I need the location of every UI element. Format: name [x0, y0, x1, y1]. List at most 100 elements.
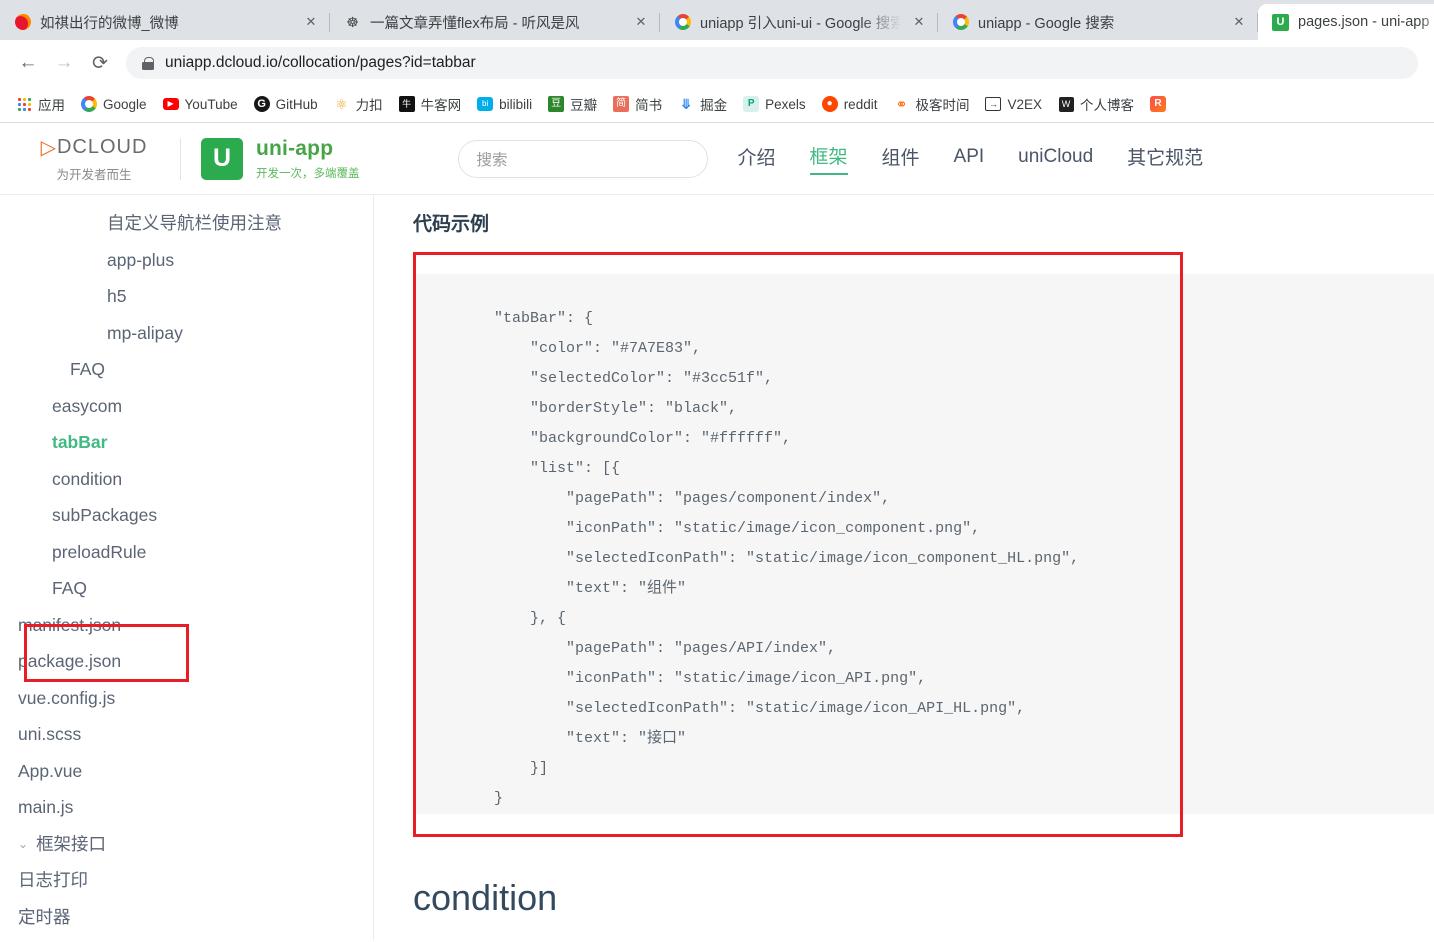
bookmark-label: reddit [843, 96, 878, 112]
docs-sidebar[interactable]: 自定义导航栏使用注意 app-plus h5 mp-alipay FAQ eas… [0, 195, 374, 941]
tab-title: 一篇文章弄懂flex布局 - 听风是风 [370, 15, 580, 32]
bookmark-jianshu[interactable]: 简 简书 [605, 90, 670, 118]
sidebar-item-app-vue[interactable]: App.vue [0, 753, 373, 790]
bookmark-overflow[interactable]: R [1142, 92, 1180, 116]
sidebar-item-vue-config-js[interactable]: vue.config.js [0, 680, 373, 717]
close-icon[interactable]: ✕ [1230, 13, 1248, 31]
sidebar-item-h5[interactable]: h5 [0, 278, 373, 315]
search-input[interactable]: 搜索 [457, 139, 708, 178]
bookmark-google[interactable]: Google [73, 92, 155, 116]
search-wrapper: 搜索 [457, 139, 708, 178]
apps-grid-icon [16, 96, 32, 112]
bookmark-label: 豆瓣 [570, 98, 598, 113]
bookmark-label: YouTube [184, 96, 238, 112]
browser-window: 如祺出行的微博_微博 ✕ ☸ 一篇文章弄懂flex布局 - 听风是风 ✕ uni… [0, 0, 1434, 942]
bookmark-label: Google [103, 96, 147, 112]
sidebar-item-custom-navbar[interactable]: 自定义导航栏使用注意 [0, 205, 373, 242]
bookmark-geektime[interactable]: ⚭ 极客时间 [885, 90, 977, 118]
bookmark-apps[interactable]: 应用 [8, 90, 73, 118]
lock-icon [142, 56, 154, 70]
code-snippet[interactable]: "tabBar": { "color": "#7A7E83", "selecte… [413, 252, 1434, 814]
juejin-icon: ⤋ [680, 96, 693, 112]
bookmark-blog[interactable]: W 个人博客 [1050, 90, 1142, 118]
section-title: 代码示例 [413, 214, 490, 235]
reload-button[interactable]: ⟳ [84, 47, 116, 79]
bookmark-v2ex[interactable]: → V2EX [977, 92, 1050, 116]
sidebar-item-timer[interactable]: 定时器 [0, 899, 373, 936]
sidebar-item-faq-1[interactable]: FAQ [0, 351, 373, 388]
nav-item-intro[interactable]: 介绍 [738, 143, 776, 174]
browser-tab[interactable]: uniapp 引入uni-ui - Google 搜索 ✕ [660, 4, 938, 40]
bookmark-label: 极客时间 [915, 98, 970, 113]
tab-title: 如祺出行的微博_微博 [40, 15, 179, 32]
body-split: 自定义导航栏使用注意 app-plus h5 mp-alipay FAQ eas… [0, 195, 1434, 941]
close-icon[interactable]: ✕ [910, 13, 928, 31]
bookmark-leetcode[interactable]: ⚛ 力扣 [326, 90, 391, 118]
browser-tab[interactable]: ☸ 一篇文章弄懂flex布局 - 听风是风 ✕ [330, 4, 660, 40]
sidebar-item-faq-2[interactable]: FAQ [0, 570, 373, 607]
forward-button[interactable]: → [48, 47, 80, 79]
url-text: uniapp.dcloud.io/collocation/pages?id=ta… [165, 54, 476, 71]
pexels-icon: P [743, 96, 760, 112]
nav-item-framework[interactable]: 框架 [809, 142, 848, 175]
code-example-block: "tabBar": { "color": "#7A7E83", "selecte… [413, 252, 1434, 837]
dcloud-logo[interactable]: ▷ DCLOUD 为开发者而生 [18, 135, 170, 183]
site-top-nav: 介绍 框架 组件 API uniCloud 其它规范 [738, 142, 1203, 175]
nav-item-other[interactable]: 其它规范 [1127, 143, 1203, 174]
sidebar-item-tabbar[interactable]: tabBar [0, 424, 373, 461]
google-icon [952, 14, 969, 31]
header-divider [180, 137, 181, 180]
nav-item-components[interactable]: 组件 [882, 143, 920, 174]
sidebar-item-main-js[interactable]: main.js [0, 789, 373, 826]
browser-tab[interactable]: 如祺出行的微博_微博 ✕ [0, 4, 330, 40]
nav-item-api[interactable]: API [954, 146, 985, 172]
address-bar[interactable]: uniapp.dcloud.io/collocation/pages?id=ta… [126, 47, 1418, 79]
tab-title: uniapp 引入uni-ui - Google 搜索 [700, 15, 901, 32]
sidebar-group-label: 框架接口 [36, 833, 107, 854]
site-header: ▷ DCLOUD 为开发者而生 U uni-app 开发一次，多端覆盖 搜索 介绍… [0, 123, 1434, 195]
back-button[interactable]: ← [12, 47, 44, 79]
sidebar-item-easycom[interactable]: easycom [0, 388, 373, 425]
person-icon: ☸ [346, 14, 359, 30]
blog-icon: W [1058, 96, 1074, 112]
sidebar-item-package-json[interactable]: package.json [0, 643, 373, 680]
sidebar-item-uni-scss[interactable]: uni.scss [0, 716, 373, 753]
bookmark-reddit[interactable]: ● reddit [814, 92, 886, 116]
v2ex-icon: → [985, 96, 1002, 112]
bookmark-pexels[interactable]: P Pexels [735, 92, 814, 116]
sidebar-item-condition[interactable]: condition [0, 461, 373, 498]
google-icon [674, 14, 691, 31]
page-viewport: ▷ DCLOUD 为开发者而生 U uni-app 开发一次，多端覆盖 搜索 介绍… [0, 123, 1434, 941]
nowcoder-icon: 牛 [398, 96, 415, 112]
bookmark-label: bilibili [499, 96, 533, 112]
bookmark-label: V2EX [1007, 96, 1042, 112]
sidebar-item-mp-alipay[interactable]: mp-alipay [0, 315, 373, 352]
bookmark-label: 掘金 [700, 98, 728, 113]
bookmark-youtube[interactable]: ▶ YouTube [155, 92, 246, 116]
bookmark-label: Pexels [765, 96, 806, 112]
bookmark-github[interactable]: G GitHub [246, 92, 326, 116]
sidebar-item-preloadrule[interactable]: preloadRule [0, 534, 373, 571]
nav-item-unicloud[interactable]: uniCloud [1018, 146, 1093, 172]
close-icon[interactable]: ✕ [632, 13, 650, 31]
bookmark-douban[interactable]: 豆 豆瓣 [540, 90, 605, 118]
bookmark-label: 简书 [635, 98, 663, 113]
close-icon[interactable]: ✕ [302, 13, 320, 31]
bookmark-label: 牛客网 [420, 98, 462, 113]
github-icon: G [253, 96, 270, 112]
sidebar-item-subpackages[interactable]: subPackages [0, 497, 373, 534]
bookmark-juejin[interactable]: ⤋ 掘金 [670, 90, 735, 118]
sidebar-item-app-plus[interactable]: app-plus [0, 242, 373, 279]
sidebar-group-framework-api[interactable]: ⌄ 框架接口 [0, 826, 373, 863]
docs-content: 代码示例 "tabBar": { "color": "#7A7E83", "se… [374, 195, 1434, 941]
uniapp-logo[interactable]: U uni-app 开发一次，多端覆盖 [201, 137, 360, 181]
bookmark-nowcoder[interactable]: 牛 牛客网 [391, 90, 470, 118]
uniapp-icon: U [1272, 13, 1289, 31]
browser-tab-active[interactable]: U pages.json - uni-app [1258, 4, 1434, 40]
sidebar-item-log-print[interactable]: 日志打印 [0, 862, 373, 899]
browser-tab[interactable]: uniapp - Google 搜索 ✕ [938, 4, 1258, 40]
douban-icon: 豆 [548, 96, 565, 112]
bookmark-label: GitHub [275, 96, 318, 112]
bookmark-bilibili[interactable]: bi bilibili [469, 92, 540, 116]
sidebar-item-manifest-json[interactable]: manifest.json [0, 607, 373, 644]
